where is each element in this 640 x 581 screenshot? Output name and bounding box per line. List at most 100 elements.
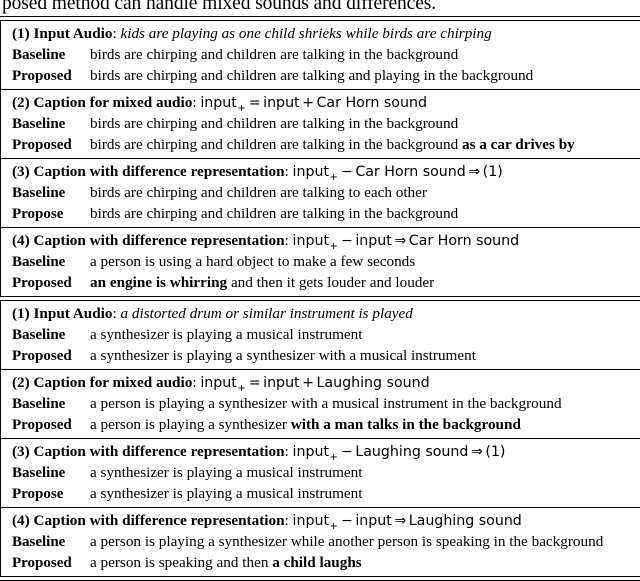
math-term: input — [263, 95, 300, 111]
section-heading: (4) Caption with difference representati… — [1, 230, 640, 251]
caption-row-label: Baseline — [12, 116, 66, 132]
caption-row-text: a person is speaking and then a child la… — [90, 552, 362, 573]
caption-row: Proposed birds are chirping and children … — [1, 65, 640, 86]
caption-row-text: birds are chirping and children are talk… — [90, 44, 458, 65]
section-1-4: (4) Caption with difference representati… — [1, 228, 640, 296]
section-number: (2) — [12, 374, 30, 391]
caption-text-plain: a synthesizer is playing a synthesizer w… — [90, 347, 476, 364]
caption-row-text: a synthesizer is playing a synthesizer w… — [90, 345, 476, 366]
math-operator: + — [302, 95, 315, 111]
section-1-3: (3) Caption with difference representati… — [1, 159, 640, 227]
caption-row: Proposed a synthesizer is playing a synth… — [1, 345, 640, 366]
caption-row: Propose birds are chirping and children a… — [1, 203, 640, 224]
math-operator: − — [340, 233, 353, 249]
math-term: input — [292, 444, 330, 460]
caption-row-text: a person is using a hard object to make … — [90, 251, 415, 272]
caption-row: Baseline a person is playing a synthesize… — [1, 393, 640, 414]
math-term: Laughing sound — [408, 513, 522, 529]
section-heading: (3) Caption with difference representati… — [1, 441, 640, 462]
caption-row-label: Baseline — [12, 396, 66, 412]
section-title: Caption with difference representation — [33, 163, 285, 180]
caption-row-label: Baseline — [12, 254, 66, 270]
table-bottom-double-rule — [0, 576, 640, 581]
caption-text-plain: a person is using a hard object to make … — [90, 253, 416, 270]
caption-text-highlight: with a man talks in the background — [290, 416, 521, 433]
section-heading: (4) Caption with difference representati… — [1, 510, 640, 531]
math-operator: ⇒ — [394, 513, 407, 529]
section-title: Caption with difference representation — [33, 512, 285, 529]
caption-text-plain: birds are chirping and children are talk… — [90, 184, 427, 201]
section-heading: (2) Caption for mixed audio: input+ = inpu… — [1, 372, 640, 393]
caption-row: Baseline a person is playing a synthesize… — [1, 531, 640, 552]
math-term: Car Horn sound — [316, 95, 427, 111]
section-number: (1) — [12, 305, 30, 322]
caption-row-label: Proposed — [12, 555, 72, 571]
math-expression: input+ = input + Car Horn sound — [200, 95, 427, 113]
section-2-3: (3) Caption with difference representati… — [1, 439, 640, 507]
caption-row-label: Baseline — [12, 465, 66, 481]
caption-text-plain: a person is playing a synthesizer while … — [90, 533, 604, 550]
caption-row-text: a person is playing a synthesizer with a… — [90, 393, 562, 414]
math-expression: input+ − input ⇒ Laughing sound — [293, 513, 522, 531]
caption-row-text: a synthesizer is playing a musical instr… — [90, 324, 362, 345]
section-colon: : — [284, 163, 293, 180]
caption-text-plain: a person is playing a synthesizer — [90, 416, 291, 433]
caption-text-highlight: an engine is whirring — [90, 274, 228, 291]
math-operator: = — [248, 95, 261, 111]
caption-row: Baseline a synthesizer is playing a music… — [1, 462, 640, 483]
caption-row: Proposed a person is speaking and then a … — [1, 552, 640, 573]
caption-row-label: Baseline — [12, 47, 66, 63]
caption-row: Baseline birds are chirping and children … — [1, 182, 640, 203]
section-1-1: (1) Input Audio: kids are playing as one… — [1, 21, 640, 89]
section-heading: (2) Caption for mixed audio: input+ = inpu… — [1, 92, 640, 113]
caption-text-plain: a person is speaking and then — [90, 554, 273, 571]
math-term: input — [292, 233, 330, 249]
caption-row: Propose a synthesizer is playing a musica… — [1, 483, 640, 504]
caption-text-plain: birds are chirping and children are talk… — [90, 67, 534, 84]
caption-row-label: Baseline — [12, 185, 66, 201]
caption-text-plain: birds are chirping and children are talk… — [90, 46, 459, 63]
section-2-2: (2) Caption for mixed audio: input+ = inpu… — [1, 370, 640, 438]
section-title: Input Audio — [33, 25, 113, 42]
section-number: (1) — [12, 25, 30, 42]
section-colon: : — [284, 232, 293, 249]
caption-text-highlight: as a car drives by — [461, 136, 575, 153]
section-title: Caption with difference representation — [33, 443, 285, 460]
math-operator: − — [340, 444, 353, 460]
section-2-4: (4) Caption with difference representati… — [1, 508, 640, 576]
math-term: Laughing sound — [316, 375, 430, 391]
section-colon: : — [284, 443, 293, 460]
math-expression: input+ = input + Laughing sound — [200, 375, 430, 393]
section-input-caption: kids are playing as one child shrieks wh… — [120, 25, 492, 42]
caption-text-plain: birds are chirping and children are talk… — [90, 205, 459, 222]
caption-row-label: Propose — [12, 486, 64, 502]
caption-row: Proposed birds are chirping and children … — [1, 134, 640, 155]
math-subscript: + — [237, 102, 246, 113]
section-title: Caption for mixed audio — [33, 374, 193, 391]
caption-row-text: a person is playing a synthesizer while … — [90, 531, 603, 552]
section-title: Caption for mixed audio — [33, 94, 193, 111]
math-term: Car Horn sound — [355, 164, 466, 180]
section-colon: : — [112, 25, 121, 42]
math-term: Car Horn sound — [408, 233, 520, 249]
caption-row-label: Proposed — [12, 348, 72, 364]
math-term: input — [292, 164, 330, 180]
caption-row-label: Baseline — [12, 534, 66, 550]
section-number: (3) — [12, 443, 30, 460]
caption-text-tail: and then it gets louder and louder — [227, 274, 435, 291]
caption-row-text: a synthesizer is playing a musical instr… — [90, 483, 362, 504]
caption-row-label: Baseline — [12, 327, 66, 343]
example-1: (1) Input Audio: kids are playing as one… — [0, 21, 640, 296]
section-heading: (3) Caption with difference representati… — [1, 161, 640, 182]
math-operator: − — [340, 513, 353, 529]
caption-text-plain: a synthesizer is playing a musical instr… — [90, 464, 363, 481]
math-term: input — [200, 375, 237, 391]
section-colon: : — [112, 305, 121, 322]
section-title: Input Audio — [33, 305, 113, 322]
math-operator: ⇒ — [394, 233, 407, 249]
section-heading: (1) Input Audio: kids are playing as one… — [1, 23, 640, 44]
caption-text-plain: birds are chirping and children are talk… — [90, 136, 462, 153]
section-number: (3) — [12, 163, 30, 180]
section-title: Caption with difference representation — [33, 232, 285, 249]
section-input-caption: a distorted drum or similar instrument i… — [120, 305, 413, 322]
